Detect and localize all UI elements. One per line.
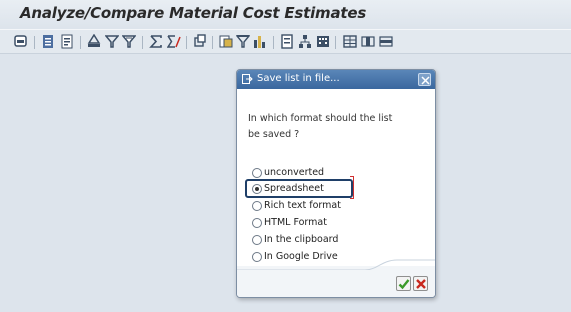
- option-label: In the clipboard: [264, 234, 339, 245]
- toolbar-separator: [212, 36, 213, 49]
- option-label: Rich text format: [264, 200, 341, 211]
- dialog-question: In which format should the list be saved…: [248, 111, 418, 143]
- page-title: Analyze/Compare Material Cost Estimates: [20, 4, 367, 22]
- cancel-button[interactable]: [413, 276, 428, 291]
- option-label: unconverted: [264, 167, 325, 178]
- list-icon[interactable]: [41, 34, 55, 49]
- radio-button[interactable]: [252, 168, 262, 178]
- question-line-2: be saved ?: [248, 129, 300, 140]
- dialog-title-bar: Save list in file...: [237, 70, 435, 89]
- detail-icon[interactable]: [60, 34, 74, 49]
- dialog-title: Save list in file...: [257, 73, 340, 84]
- checkmark-icon: [398, 279, 410, 290]
- export-icon[interactable]: [219, 34, 233, 49]
- radio-button[interactable]: [252, 235, 262, 245]
- toolbar-separator: [273, 36, 274, 49]
- selection-highlight: [245, 179, 353, 198]
- export-file-icon: [242, 74, 253, 84]
- toolbar-separator: [142, 36, 143, 49]
- print-icon[interactable]: [87, 34, 101, 49]
- application-toolbar: [0, 29, 571, 54]
- footer-curve: [237, 259, 435, 270]
- save-list-dialog: Save list in file... In which format sho…: [236, 69, 436, 298]
- row-icon[interactable]: [379, 34, 393, 49]
- table-icon[interactable]: [343, 34, 357, 49]
- close-icon: [421, 76, 430, 85]
- layout-icon[interactable]: [280, 34, 294, 49]
- chart-icon[interactable]: [253, 34, 267, 49]
- filter-icon[interactable]: [105, 34, 119, 49]
- filter-settings-icon[interactable]: [122, 34, 136, 49]
- confirm-button[interactable]: [396, 276, 411, 291]
- grid-icon[interactable]: [316, 34, 330, 49]
- overview-icon[interactable]: [14, 34, 28, 49]
- title-bar: Analyze/Compare Material Cost Estimates: [0, 0, 571, 28]
- close-button[interactable]: [418, 73, 431, 86]
- toolbar-separator: [186, 36, 187, 49]
- column-icon[interactable]: [361, 34, 375, 49]
- sort-icon[interactable]: [236, 34, 250, 49]
- toolbar-separator: [34, 36, 35, 49]
- hierarchy-icon[interactable]: [298, 34, 312, 49]
- cancel-x-icon: [416, 279, 426, 289]
- radio-button[interactable]: [252, 218, 262, 228]
- refresh-icon[interactable]: [193, 34, 207, 49]
- subtotal-icon[interactable]: [167, 34, 181, 49]
- toolbar-separator: [335, 36, 336, 49]
- option-label: HTML Format: [264, 217, 327, 228]
- sum-icon[interactable]: [149, 34, 163, 49]
- radio-button[interactable]: [252, 201, 262, 211]
- toolbar-separator: [80, 36, 81, 49]
- focus-bracket: [350, 176, 354, 199]
- question-line-1: In which format should the list: [248, 113, 393, 124]
